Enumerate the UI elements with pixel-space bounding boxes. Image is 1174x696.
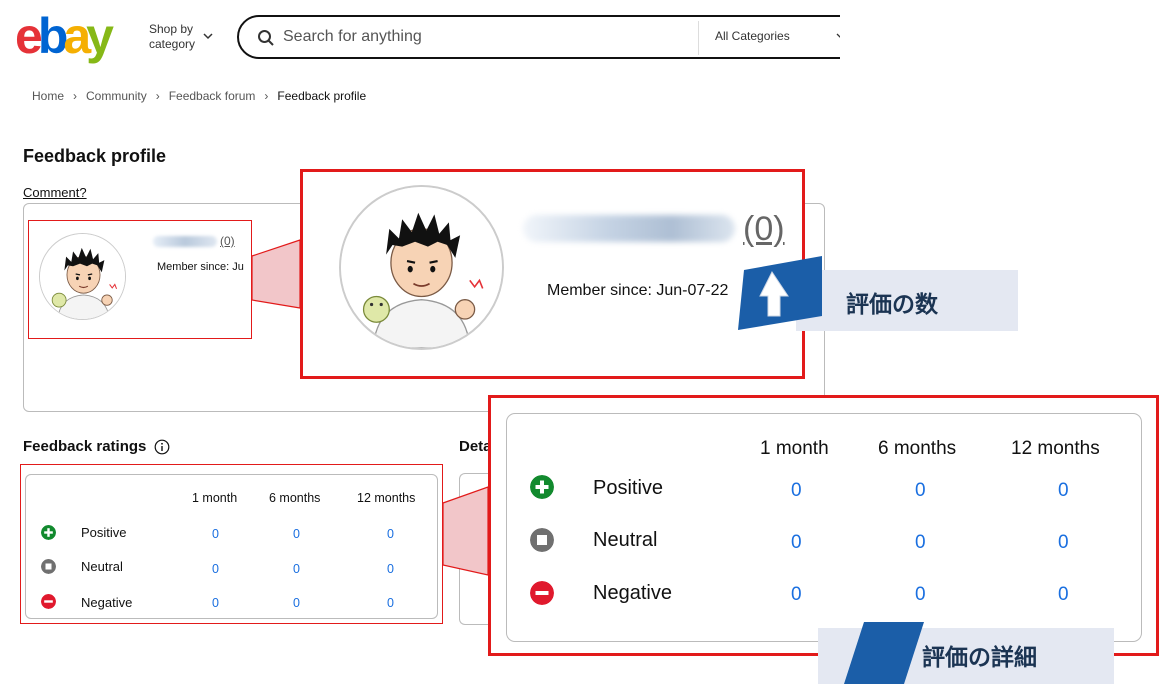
square-circle-icon — [530, 528, 554, 552]
positive-12-months: 0 — [1058, 480, 1069, 501]
breadcrumb-community[interactable]: Community — [86, 89, 147, 103]
detailed-ratings-heading: Deta — [459, 438, 492, 455]
breadcrumb-feedback-profile: Feedback profile — [277, 89, 367, 103]
minus-circle-icon — [530, 581, 554, 605]
shop-by-line1: Shop by — [149, 22, 194, 36]
row-negative-label: Negative — [81, 595, 133, 610]
negative-12-months: 0 — [387, 596, 394, 610]
minus-circle-icon — [41, 594, 56, 609]
annotation-detail-label: 評価の詳細 — [818, 622, 1114, 684]
neutral-12-months: 0 — [387, 562, 394, 576]
ratings-table-small: 1 month 6 months 12 months Positive 0 0 … — [25, 474, 438, 619]
chevron-right-icon: › — [264, 89, 269, 103]
neutral-6-months: 0 — [293, 562, 300, 576]
neutral-6-months: 0 — [915, 532, 926, 553]
negative-12-months: 0 — [1058, 584, 1069, 605]
feedback-count-link[interactable]: (0) — [743, 210, 785, 249]
negative-1-month: 0 — [212, 596, 219, 610]
blurred-username — [153, 236, 217, 247]
chevron-right-icon: › — [155, 89, 160, 103]
feedback-ratings-heading: Feedback ratings — [23, 438, 170, 455]
shop-by-category-button[interactable]: Shop by category — [149, 22, 195, 52]
page-title: Feedback profile — [23, 146, 167, 166]
profile-zoom-callout: (0) Member since: Jun-07-22 — [300, 169, 805, 379]
info-icon[interactable] — [154, 439, 170, 455]
search-input[interactable] — [283, 26, 683, 48]
annotation-count-text: 評価の数 — [846, 292, 938, 318]
positive-6-months: 0 — [915, 480, 926, 501]
ebay-logo[interactable]: ebay — [15, 8, 114, 64]
slash-badge-icon — [844, 622, 924, 684]
breadcrumb-feedback-forum[interactable]: Feedback forum — [169, 89, 256, 103]
avatar-illustration — [341, 187, 502, 348]
feedback-ratings-title: Feedback ratings — [23, 438, 147, 455]
col-1-month: 1 month — [192, 491, 238, 505]
neutral-1-month: 0 — [212, 562, 219, 576]
shop-by-line2: category — [149, 37, 196, 51]
arrow-up-icon — [738, 256, 822, 330]
row-negative-label: Negative — [593, 582, 672, 604]
col-1-month: 1 month — [760, 438, 829, 459]
comment-link[interactable]: Comment? — [23, 185, 87, 200]
feedback-ratings-small: 1 month 6 months 12 months Positive 0 0 … — [20, 464, 443, 624]
logo-letter-a: a — [63, 8, 91, 64]
logo-letter-b: b — [37, 8, 68, 64]
annotation-detail-text: 評価の詳細 — [922, 645, 1037, 671]
member-since: Member since: Jun-07-22 — [547, 282, 729, 299]
positive-12-months: 0 — [387, 527, 394, 541]
positive-6-months: 0 — [293, 527, 300, 541]
profile-summary-small: (0) Member since: Ju — [28, 220, 252, 339]
positive-1-month: 0 — [212, 527, 219, 541]
col-6-months: 6 months — [269, 491, 321, 505]
avatar — [339, 185, 504, 350]
negative-6-months: 0 — [915, 584, 926, 605]
chevron-right-icon: › — [73, 89, 78, 103]
row-neutral-label: Neutral — [593, 529, 658, 551]
header-clip — [840, 0, 1174, 70]
member-since: Member since: Ju — [157, 261, 244, 273]
negative-1-month: 0 — [791, 584, 802, 605]
row-neutral-label: Neutral — [81, 559, 123, 574]
category-select[interactable]: All Categories — [715, 29, 790, 43]
row-positive-label: Positive — [81, 525, 127, 540]
search-bar: All Categories — [237, 15, 877, 59]
chevron-down-icon[interactable] — [202, 30, 214, 42]
avatar-illustration — [40, 234, 125, 319]
avatar — [39, 233, 126, 320]
breadcrumb-home[interactable]: Home — [32, 89, 64, 103]
blurred-username — [523, 215, 735, 242]
logo-letter-e: e — [15, 8, 43, 64]
row-positive-label: Positive — [593, 477, 664, 499]
feedback-count-link[interactable]: (0) — [220, 234, 235, 248]
negative-6-months: 0 — [293, 596, 300, 610]
ratings-table-zoom: 1 month 6 months 12 months Positive 0 0 … — [506, 413, 1142, 642]
plus-circle-icon — [41, 525, 56, 540]
annotation-count-label: 評価の数 — [738, 256, 1018, 332]
positive-1-month: 0 — [791, 480, 802, 501]
category-divider — [698, 21, 699, 55]
col-6-months: 6 months — [878, 438, 957, 459]
search-icon — [258, 30, 274, 46]
plus-circle-icon — [530, 475, 554, 499]
col-12-months: 12 months — [357, 491, 416, 505]
breadcrumb: Home › Community › Feedback forum › Feed… — [32, 89, 366, 103]
neutral-1-month: 0 — [791, 532, 802, 553]
ratings-zoom-callout: 1 month 6 months 12 months Positive 0 0 … — [488, 395, 1159, 656]
neutral-12-months: 0 — [1058, 532, 1069, 553]
square-circle-icon — [41, 559, 56, 574]
logo-letter-y: y — [86, 8, 114, 64]
col-12-months: 12 months — [1011, 438, 1100, 459]
